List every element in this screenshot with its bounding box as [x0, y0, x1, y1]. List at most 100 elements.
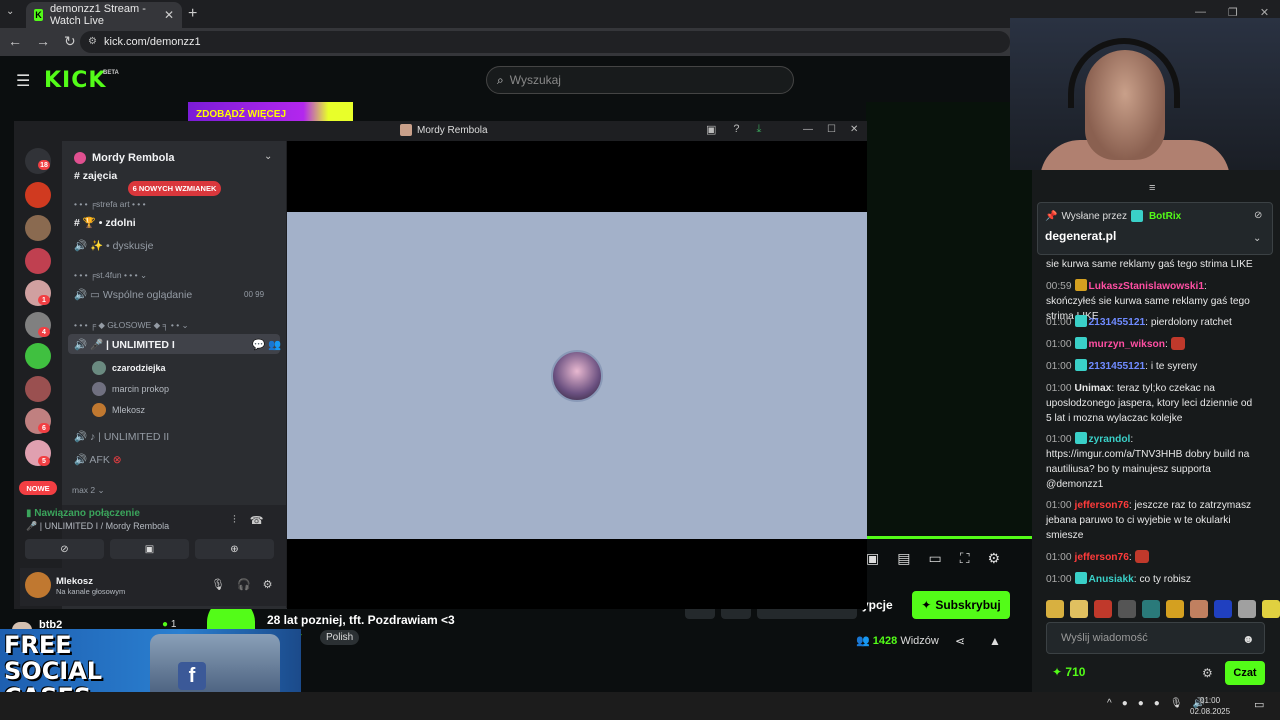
channel-chat-icon[interactable]: 💬 👥 — [252, 338, 281, 351]
channel-wspolne-ogladanie[interactable]: 🔊 ▭ Wspólne oglądanie — [74, 288, 192, 301]
minimize-icon[interactable]: — — [803, 124, 813, 135]
server-icon[interactable] — [25, 343, 51, 369]
message-user[interactable]: jefferson76 — [1075, 500, 1129, 511]
emote-icon[interactable] — [1094, 600, 1112, 618]
url-input[interactable]: kick.com/demonzz1 — [80, 31, 1010, 53]
channel-unlimited-2[interactable]: 🔊 ♪ | UNLIMITED II — [74, 430, 169, 443]
subscribe-button[interactable]: ✦ Subskrybuj — [912, 591, 1010, 619]
message-user[interactable]: murzyn_wikson — [1089, 339, 1165, 350]
new-servers-badge[interactable]: NOWE — [19, 481, 57, 495]
server-icon[interactable] — [25, 248, 51, 274]
channel-zajecia[interactable]: # zajęcia — [74, 170, 117, 182]
voice-user[interactable]: czarodziejka — [92, 361, 166, 375]
search-input[interactable]: ⌕ Wyszukaj — [486, 66, 794, 94]
pinned-by-user[interactable]: BotRix — [1149, 211, 1181, 222]
message-user[interactable]: LukaszStanislawowski1 — [1089, 281, 1205, 292]
share-icon[interactable]: ⋖ — [955, 634, 965, 648]
theater-mode-icon[interactable]: ▭ — [928, 550, 941, 567]
message-user[interactable]: 2131455121 — [1089, 361, 1146, 372]
tray-app-icon[interactable]: ● — [1154, 698, 1160, 709]
activity-button[interactable]: ⊕ — [195, 539, 274, 559]
message-user[interactable]: Anusiakk — [1089, 574, 1134, 585]
site-info-icon[interactable]: ⚙ — [88, 36, 97, 47]
tray-app-icon[interactable]: ● — [1122, 698, 1128, 709]
channel-afk[interactable]: 🔊 AFK ⊗ — [74, 453, 122, 466]
server-icon[interactable] — [25, 215, 51, 241]
channel-unlimited-1[interactable]: 🔊 🎤 | UNLIMITED I — [74, 338, 175, 351]
download-icon[interactable]: ⤓ — [757, 123, 762, 136]
screen-share-button[interactable]: ▣ — [110, 539, 189, 559]
promo-banner[interactable]: ZDOBĄDŹ WIĘCEJ — [188, 102, 353, 122]
browser-tab[interactable]: K demonzz1 Stream - Watch Live ✕ — [26, 2, 182, 28]
send-chat-button[interactable]: Czat — [1225, 661, 1265, 685]
chevron-down-icon[interactable]: ⌄ — [1253, 233, 1261, 244]
tray-app-icon[interactable]: ● — [1138, 698, 1144, 709]
headphones-icon[interactable]: 🎧 — [237, 578, 251, 591]
kick-logo[interactable]: KICK — [44, 68, 106, 93]
emoji-picker-icon[interactable]: ☻ — [1242, 632, 1255, 646]
voice-user[interactable]: marcin prokop — [92, 382, 169, 396]
forward-arrow-icon[interactable]: → — [36, 33, 50, 50]
maximize-icon[interactable]: ☐ — [827, 124, 836, 135]
channel-points[interactable]: ✦ 710 — [1052, 665, 1085, 679]
channel-zdolni[interactable]: # 🏆 • zdolni — [74, 216, 136, 229]
disconnect-icon[interactable]: ☎ — [250, 514, 264, 527]
reload-icon[interactable]: ↻ — [64, 33, 76, 50]
unpin-icon[interactable]: ⊘ — [1254, 210, 1262, 221]
server-header[interactable]: Mordy Rembola — [62, 145, 286, 171]
help-icon[interactable]: ? — [733, 123, 739, 136]
chevron-up-icon[interactable]: ^ — [1107, 698, 1112, 709]
avatar[interactable] — [25, 572, 51, 598]
chat-filter-icon[interactable]: ≡ — [1149, 182, 1155, 194]
message-user[interactable]: zyrandol — [1089, 434, 1131, 445]
chat-input[interactable]: Wyślij wiadomość — [1046, 622, 1265, 654]
user-name[interactable]: Mlekosz — [56, 576, 93, 587]
message-user[interactable]: 2131455121 — [1089, 317, 1146, 328]
channel-dyskusje[interactable]: 🔊 ✨ • dyskusje — [74, 239, 153, 252]
message-user[interactable]: Unimax — [1075, 383, 1112, 394]
emote-icon[interactable] — [1262, 600, 1280, 618]
category-max2[interactable]: max 2 ⌄ — [72, 485, 105, 496]
chat-settings-icon[interactable]: ⚙ — [1202, 666, 1213, 680]
close-icon[interactable]: ✕ — [850, 124, 858, 135]
fullscreen-icon[interactable]: ⛶ — [960, 550, 970, 567]
emote-icon[interactable] — [1118, 600, 1136, 618]
microphone-icon[interactable]: 🎙 — [1170, 698, 1183, 709]
gear-icon[interactable]: ⚙ — [263, 578, 273, 591]
system-clock[interactable]: 01:00 02.08.2025 — [1190, 695, 1230, 717]
settings-gear-icon[interactable]: ⚙ — [988, 550, 1001, 567]
cinema-icon[interactable]: ▤ — [897, 550, 910, 567]
voice-connection-channel[interactable]: 🎤 | UNLIMITED I / Mordy Rembola — [26, 521, 169, 532]
emote-icon[interactable] — [1214, 600, 1232, 618]
emote-icon[interactable] — [1190, 600, 1208, 618]
chevron-down-icon[interactable]: ⌄ — [264, 151, 272, 162]
microphone-icon[interactable]: 🎙 — [211, 578, 225, 591]
camera-off-button[interactable]: ⊘ — [25, 539, 104, 559]
noise-suppression-icon[interactable]: ⫶ — [233, 514, 236, 527]
video-progress-bar[interactable] — [866, 536, 1032, 539]
tab-close-icon[interactable]: ✕ — [164, 8, 174, 22]
tab-search-icon[interactable]: ⌄ — [6, 6, 14, 17]
hamburger-menu-icon[interactable]: ☰ — [16, 71, 30, 91]
emote-icon[interactable] — [1238, 600, 1256, 618]
category-st4fun[interactable]: • • • ╒st.4fun • • • ⌄ — [74, 270, 147, 281]
new-mentions-banner[interactable]: 6 NOWYCH WZMIANEK — [128, 181, 221, 196]
category-strefa-art[interactable]: • • • ╒strefa art • • • — [74, 199, 146, 209]
emote-icon[interactable] — [1166, 600, 1184, 618]
message-user[interactable]: jefferson76 — [1075, 552, 1129, 563]
notifications-icon[interactable]: ▭ — [1254, 698, 1264, 711]
new-tab-button[interactable]: + — [188, 5, 197, 23]
report-warning-icon[interactable]: ▲ — [989, 634, 1001, 648]
inbox-icon[interactable]: ▣ — [706, 123, 716, 136]
emote-icon[interactable] — [1142, 600, 1160, 618]
video-player[interactable] — [866, 102, 1032, 538]
server-icon[interactable] — [25, 182, 51, 208]
clip-icon[interactable]: ▣ — [866, 550, 879, 567]
voice-user[interactable]: Mlekosz — [92, 403, 145, 417]
server-icon[interactable] — [25, 376, 51, 402]
emote-icon[interactable] — [1070, 600, 1088, 618]
emote-icon[interactable] — [1046, 600, 1064, 618]
language-tag[interactable]: Polish — [320, 630, 360, 645]
back-arrow-icon[interactable]: ← — [8, 33, 22, 50]
category-glosowe[interactable]: • • • ╒ ◆ GŁOSOWE ◆ ╕ • • ⌄ — [74, 320, 189, 331]
